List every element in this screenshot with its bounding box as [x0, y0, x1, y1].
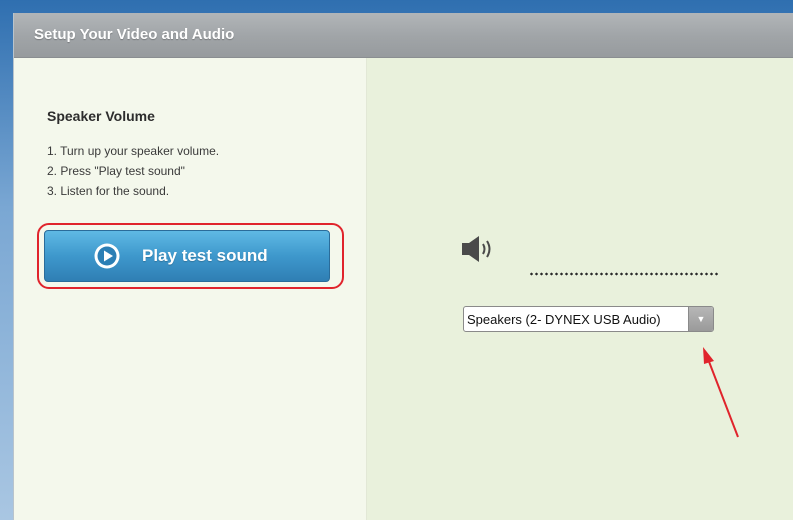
- speaker-volume-icon: [462, 236, 491, 262]
- volume-level-meter: [529, 272, 719, 276]
- play-test-sound-button[interactable]: Play test sound: [44, 230, 330, 282]
- speaker-instructions-panel: Speaker Volume 1. Turn up your speaker v…: [14, 58, 367, 520]
- play-test-sound-label: Play test sound: [142, 246, 268, 265]
- step-1: 1. Turn up your speaker volume.: [47, 144, 220, 158]
- speaker-device-value: Speakers (2- DYNEX USB Audio): [467, 312, 661, 327]
- setup-dialog: Setup Your Video and Audio Speaker Volum…: [13, 13, 793, 520]
- red-arrow-annotation: [703, 347, 739, 438]
- speaker-device-panel: [367, 58, 793, 520]
- chevron-down-icon[interactable]: ▼: [688, 307, 713, 331]
- speaker-volume-heading: Speaker Volume: [47, 108, 155, 124]
- dialog-title: Setup Your Video and Audio: [34, 26, 235, 43]
- play-circle-icon: [94, 243, 120, 269]
- step-3: 3. Listen for the sound.: [47, 184, 170, 198]
- dialog-titlebar: Setup Your Video and Audio: [14, 13, 793, 58]
- speaker-device-select[interactable]: Speakers (2- DYNEX USB Audio) ▼: [463, 306, 714, 332]
- step-2: 2. Press "Play test sound": [47, 164, 185, 178]
